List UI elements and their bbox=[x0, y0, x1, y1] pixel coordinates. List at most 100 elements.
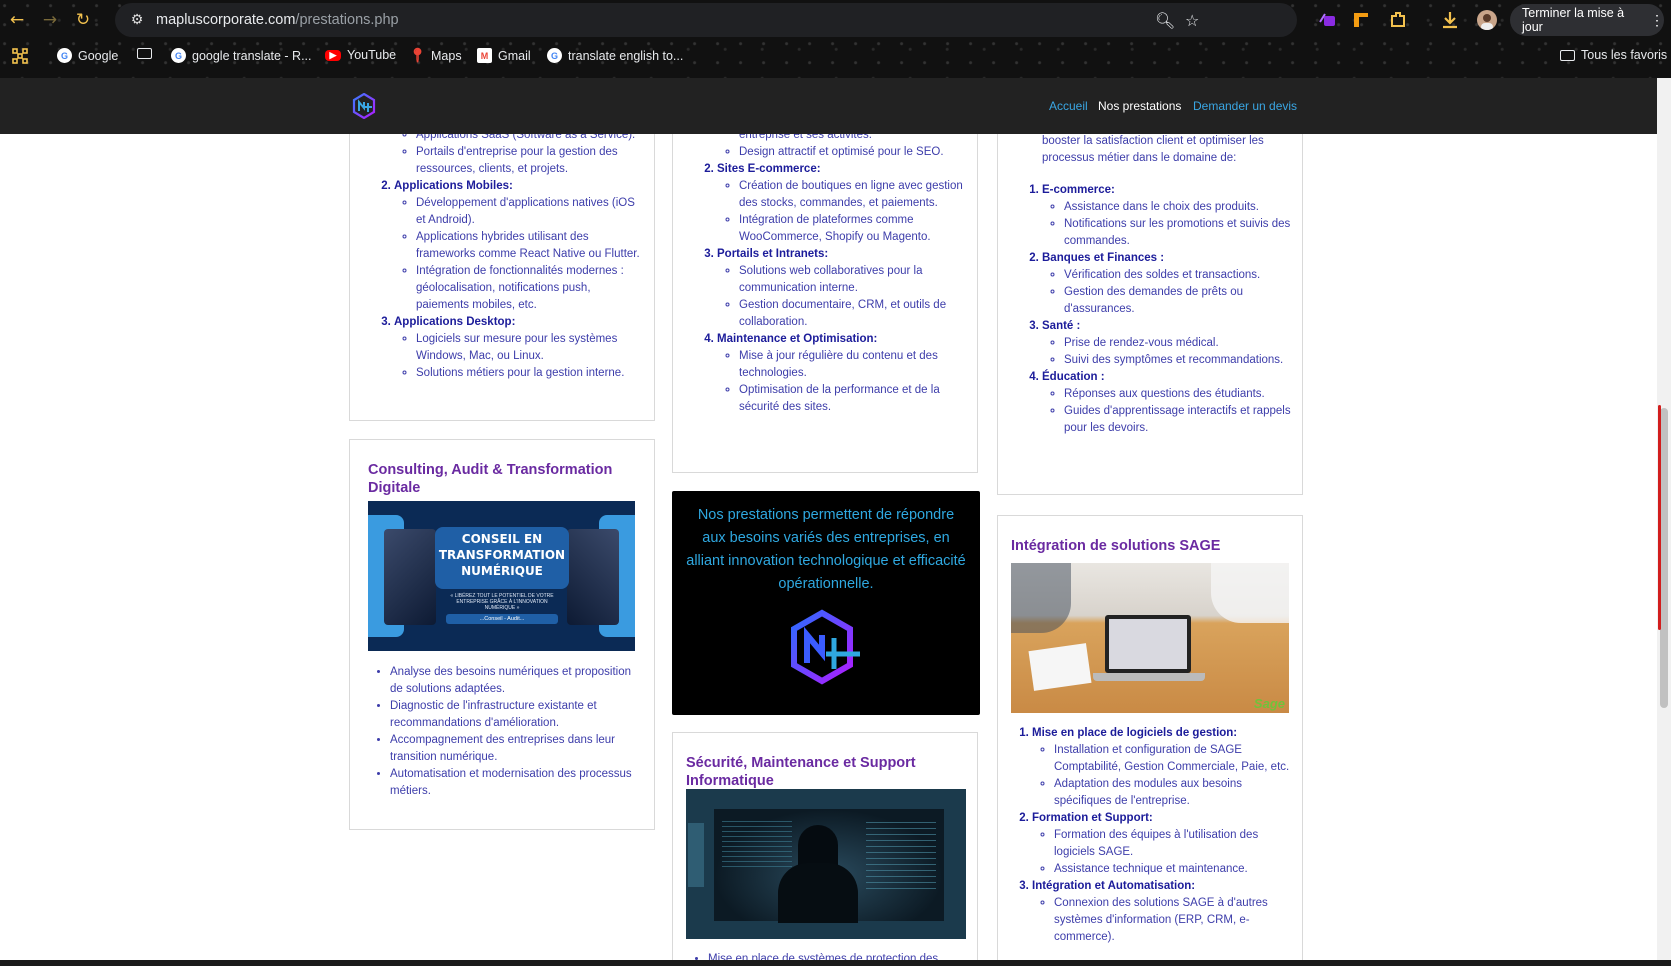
list-item: Guides d'apprentissage interactifs et ra… bbox=[1064, 403, 1291, 437]
list-heading: Santé : bbox=[1042, 320, 1081, 332]
extensions-puzzle-icon[interactable] bbox=[1388, 10, 1408, 30]
list-heading: Applications Mobiles: bbox=[394, 180, 513, 192]
list-item: Diagnostic de l'infrastructure existante… bbox=[390, 698, 638, 732]
nav-services-link[interactable]: Nos prestations bbox=[1098, 99, 1181, 113]
page-content: Applications SaaS (Software as a Service… bbox=[0, 134, 1657, 960]
list-item: Automatisation et modernisation des proc… bbox=[390, 766, 638, 800]
list-item: Mise à jour régulière du contenu et des … bbox=[739, 348, 966, 382]
bottom-edge bbox=[0, 960, 1671, 966]
site-header: Accueil Nos prestations Demander un devi… bbox=[0, 78, 1657, 134]
gmail-icon: M bbox=[477, 48, 492, 63]
list-item: Création de boutiques en ligne avec gest… bbox=[739, 178, 966, 212]
google-icon: G bbox=[547, 48, 562, 63]
profile-avatar[interactable] bbox=[1477, 10, 1497, 30]
bookmark-google-translate[interactable]: Ggoogle translate - R... bbox=[171, 48, 312, 63]
list-item: Installation et configuration de SAGE Co… bbox=[1054, 742, 1296, 776]
list-heading: Formation et Support: bbox=[1032, 812, 1153, 824]
list-item: Suivi des symptômes et recommandations. bbox=[1064, 352, 1291, 369]
list-heading: Éducation : bbox=[1042, 371, 1105, 383]
bookmark-translate[interactable]: Gtranslate english to... bbox=[547, 48, 683, 63]
bookmark-google[interactable]: G Google bbox=[57, 48, 118, 63]
list-item: Applications hybrides utilisant des fram… bbox=[416, 229, 643, 263]
maps-pin-icon: 📍︎ bbox=[408, 47, 427, 63]
google-icon: G bbox=[57, 48, 72, 63]
list-item: Solutions web collaboratives pour la com… bbox=[739, 263, 966, 297]
list-item: Prise de rendez-vous médical. bbox=[1064, 335, 1291, 352]
list-item: Portails d'entreprise pour la gestion de… bbox=[416, 144, 643, 178]
list-item: Gestion des demandes de prêts ou d'assur… bbox=[1064, 284, 1291, 318]
card-title: Intégration de solutions SAGE bbox=[1011, 538, 1221, 554]
address-bar[interactable]: ⚙ mapluscorporate.com/prestations.php 🔍︎… bbox=[115, 3, 1297, 37]
list-item: Connexion des solutions SAGE à d'autres … bbox=[1054, 895, 1296, 946]
youtube-icon: ▶ bbox=[325, 49, 341, 61]
bookmarks-bar: G Google Ggoogle translate - R... ▶ YouTub… bbox=[0, 44, 1671, 70]
menu-dots-icon[interactable]: ⋮ bbox=[1650, 12, 1664, 29]
list-item: Vérification des soldes et transactions. bbox=[1064, 267, 1291, 284]
back-arrow-icon[interactable]: ← bbox=[6, 9, 28, 31]
list-item: Développement d'applications natives (iO… bbox=[416, 195, 643, 229]
folder-icon bbox=[137, 48, 152, 59]
promo-box: Nos prestations permettent de répondre a… bbox=[672, 491, 980, 715]
folder-icon bbox=[1560, 49, 1575, 61]
url-text[interactable]: mapluscorporate.com/prestations.php bbox=[156, 12, 399, 28]
list-item: Solutions métiers pour la gestion intern… bbox=[416, 365, 643, 382]
list-item: Intégration de fonctionnalités modernes … bbox=[416, 263, 643, 314]
list-item: Gestion documentaire, CRM, et outils de … bbox=[739, 297, 966, 331]
update-browser-button[interactable]: Terminer la mise à jour ⋮ bbox=[1510, 4, 1664, 36]
software-dev-card: Applications SaaS (Software as a Service… bbox=[349, 134, 655, 421]
banner-title: CONSEIL EN TRANSFORMATION NUMÉRIQUE bbox=[438, 532, 566, 578]
list-item: Notifications sur les promotions et suiv… bbox=[1064, 216, 1291, 250]
extension-purple-icon[interactable] bbox=[1318, 10, 1338, 30]
list-item: Analyse des besoins numériques et propos… bbox=[390, 664, 638, 698]
bookmark-folder[interactable] bbox=[137, 48, 158, 59]
site-settings-icon[interactable]: ⚙ bbox=[124, 12, 150, 28]
sage-image: Sage bbox=[1011, 563, 1289, 713]
nav-home-link[interactable]: Accueil bbox=[1049, 99, 1088, 113]
list-heading: Sites E-commerce: bbox=[717, 163, 821, 175]
scrollbar-thumb[interactable] bbox=[1660, 408, 1668, 708]
chatbot-card: booster la satisfaction client et optimi… bbox=[997, 134, 1303, 495]
reload-icon[interactable]: ↻ bbox=[72, 9, 94, 31]
banner-tag: ...Conseil - Audit... bbox=[446, 614, 558, 624]
security-image bbox=[686, 789, 966, 939]
security-card: Sécurité, Maintenance et Support Informa… bbox=[672, 732, 978, 960]
zoom-icon[interactable]: 🔍︎ bbox=[1155, 11, 1175, 30]
list-heading: Banques et Finances : bbox=[1042, 252, 1165, 264]
all-bookmarks[interactable]: Tous les favoris bbox=[1560, 48, 1667, 62]
list-item: Accompagnement des entreprises dans leur… bbox=[390, 732, 638, 766]
company-logo[interactable] bbox=[351, 93, 377, 119]
sage-card: Intégration de solutions SAGE Sage Mise … bbox=[997, 515, 1303, 960]
list-item: Adaptation des modules aux besoins spéci… bbox=[1054, 776, 1296, 810]
list-heading: E-commerce: bbox=[1042, 184, 1115, 196]
list-heading: Intégration et Automatisation: bbox=[1032, 880, 1196, 892]
list-item: entreprise et ses activités. bbox=[739, 134, 872, 141]
list-heading: Portails et Intranets: bbox=[717, 248, 829, 260]
list-item: Optimisation de la performance et de la … bbox=[739, 382, 966, 416]
promo-text: Nos prestations permettent de répondre a… bbox=[686, 507, 966, 592]
forward-arrow-icon[interactable]: → bbox=[39, 9, 61, 31]
download-icon[interactable] bbox=[1440, 10, 1460, 30]
list-item: Design attractif et optimisé pour le SEO… bbox=[739, 144, 966, 161]
consulting-banner-image: CONSEIL EN TRANSFORMATION NUMÉRIQUE « LI… bbox=[368, 501, 635, 651]
list-item: Assistance dans le choix des produits. bbox=[1064, 199, 1291, 216]
company-logo-large bbox=[791, 609, 860, 685]
bookmark-youtube[interactable]: ▶ YouTube bbox=[325, 48, 396, 62]
card-title: Consulting, Audit & Transformation Digit… bbox=[368, 462, 613, 496]
card-intro-text: booster la satisfaction client et optimi… bbox=[1042, 135, 1264, 164]
nav-quote-link[interactable]: Demander un devis bbox=[1193, 99, 1297, 113]
list-item: Logiciels sur mesure pour les systèmes W… bbox=[416, 331, 643, 365]
list-heading: Applications Desktop: bbox=[394, 316, 516, 328]
list-item: Applications SaaS (Software as a Service… bbox=[416, 134, 643, 144]
google-icon: G bbox=[171, 48, 186, 63]
list-item: Assistance technique et maintenance. bbox=[1054, 861, 1296, 878]
bookmark-gmail[interactable]: M Gmail bbox=[477, 48, 531, 63]
star-bookmark-icon[interactable]: ☆ bbox=[1185, 11, 1199, 30]
list-item: Réponses aux questions des étudiants. bbox=[1064, 386, 1291, 403]
apps-grid-icon[interactable] bbox=[12, 48, 28, 64]
extension-orange-icon[interactable] bbox=[1351, 10, 1371, 30]
browser-toolbar: ← → ↻ ⚙ mapluscorporate.com/prestations.… bbox=[0, 0, 1671, 78]
bookmark-maps[interactable]: 📍︎ Maps bbox=[408, 47, 462, 63]
web-dev-card: entreprise et ses activités. Design attr… bbox=[672, 134, 978, 473]
card-title: Sécurité, Maintenance et Support Informa… bbox=[686, 755, 916, 789]
list-heading: Mise en place de logiciels de gestion: bbox=[1032, 727, 1238, 739]
